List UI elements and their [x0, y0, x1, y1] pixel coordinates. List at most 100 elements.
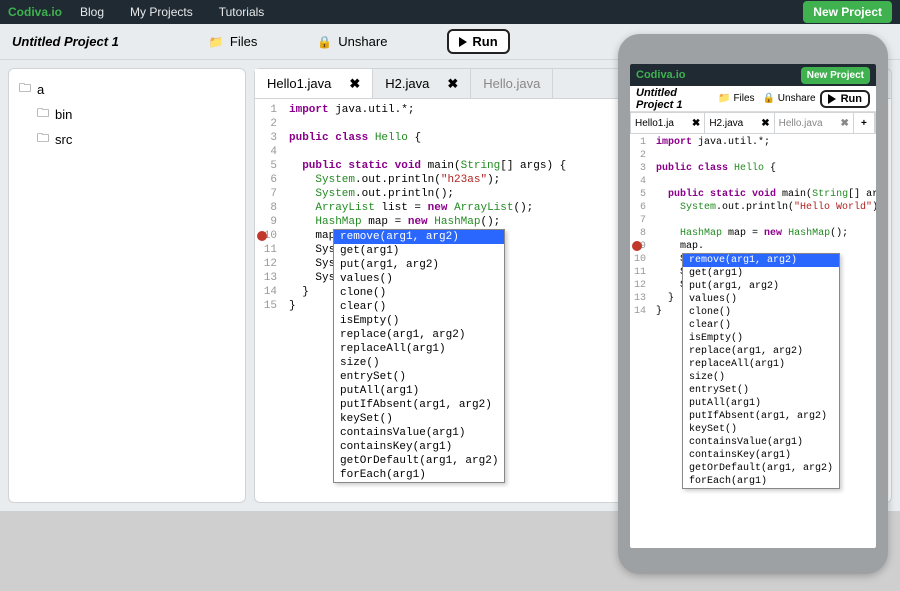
close-icon[interactable]: ✖ — [761, 118, 769, 129]
new-project-button[interactable]: New Project — [803, 1, 892, 23]
editor-tab[interactable]: Hello1.java ✖ — [255, 69, 373, 98]
lock-icon: 🔒 — [763, 93, 775, 104]
tab-label: Hello.java — [483, 76, 540, 91]
tab-label: H2.java — [385, 76, 429, 91]
close-icon[interactable]: ✖ — [692, 118, 700, 129]
autocomplete-item[interactable]: clear() — [334, 300, 504, 314]
tree-item-src[interactable]: 🗀 src — [37, 127, 235, 152]
folder-icon: 🗀 — [37, 104, 49, 125]
phone-error-marker-icon — [632, 241, 642, 251]
autocomplete-item[interactable]: containsValue(arg1) — [334, 426, 504, 440]
phone-files-button[interactable]: 📁 Files — [718, 93, 754, 104]
folder-icon: 🗀 — [37, 129, 49, 150]
editor-tab[interactable]: Hello1.ja ✖ — [631, 113, 705, 133]
line-gutter: 123456789101112131415 — [255, 103, 283, 313]
phone-top-nav: Codiva.io New Project — [630, 64, 876, 86]
tab-label: Hello.java — [779, 118, 823, 129]
file-tree: 🗀 a 🗀 bin 🗀 src — [8, 68, 246, 503]
nav-link-tutorials[interactable]: Tutorials — [219, 5, 265, 19]
autocomplete-item[interactable]: entrySet() — [683, 384, 839, 397]
editor-tab[interactable]: Hello.java ✖ — [775, 113, 854, 133]
phone-unshare-button[interactable]: 🔒 Unshare — [763, 93, 816, 104]
phone-autocomplete-popup[interactable]: remove(arg1, arg2)get(arg1)put(arg1, arg… — [682, 253, 840, 489]
editor-tab[interactable]: H2.java ✖ — [705, 113, 774, 133]
autocomplete-item[interactable]: clone() — [334, 286, 504, 300]
brand-logo[interactable]: Codiva.io — [8, 5, 62, 19]
phone-editor-tabs: Hello1.ja ✖ H2.java ✖ Hello.java ✖ + — [630, 112, 876, 134]
autocomplete-item[interactable]: replaceAll(arg1) — [683, 358, 839, 371]
autocomplete-item[interactable]: forEach(arg1) — [683, 475, 839, 488]
play-icon — [828, 94, 836, 104]
new-tab-button[interactable]: + — [854, 113, 875, 133]
autocomplete-item[interactable]: containsValue(arg1) — [683, 436, 839, 449]
autocomplete-item[interactable]: putIfAbsent(arg1, arg2) — [683, 410, 839, 423]
autocomplete-item[interactable]: forEach(arg1) — [334, 468, 504, 482]
autocomplete-item[interactable]: replace(arg1, arg2) — [334, 328, 504, 342]
play-icon — [459, 37, 467, 47]
tree-item-label: src — [55, 132, 72, 147]
autocomplete-item[interactable]: getOrDefault(arg1, arg2) — [334, 454, 504, 468]
tab-label: Hello1.ja — [635, 118, 674, 129]
phone-run-button[interactable]: Run — [820, 90, 870, 108]
error-marker-icon — [257, 231, 267, 241]
phone-new-project-button[interactable]: New Project — [801, 67, 870, 84]
autocomplete-item[interactable]: putAll(arg1) — [334, 384, 504, 398]
tree-root[interactable]: 🗀 a — [19, 77, 235, 102]
unshare-label: Unshare — [338, 34, 387, 49]
phone-brand-logo[interactable]: Codiva.io — [636, 69, 686, 81]
autocomplete-item[interactable]: values() — [683, 293, 839, 306]
autocomplete-item[interactable]: putIfAbsent(arg1, arg2) — [334, 398, 504, 412]
autocomplete-item[interactable]: put(arg1, arg2) — [683, 280, 839, 293]
autocomplete-item[interactable]: size() — [334, 356, 504, 370]
autocomplete-item[interactable]: put(arg1, arg2) — [334, 258, 504, 272]
autocomplete-item[interactable]: replace(arg1, arg2) — [683, 345, 839, 358]
autocomplete-item[interactable]: putAll(arg1) — [683, 397, 839, 410]
autocomplete-item[interactable]: getOrDefault(arg1, arg2) — [683, 462, 839, 475]
files-button[interactable]: 📁 Files — [209, 34, 257, 49]
autocomplete-item[interactable]: remove(arg1, arg2) — [334, 230, 504, 244]
tree-item-label: bin — [55, 107, 72, 122]
run-label: Run — [472, 34, 497, 49]
lock-icon: 🔒 — [317, 35, 332, 49]
tree-item-bin[interactable]: 🗀 bin — [37, 102, 235, 127]
close-icon[interactable]: ✖ — [841, 118, 849, 129]
files-label: Files — [230, 34, 257, 49]
autocomplete-item[interactable]: keySet() — [334, 412, 504, 426]
nav-link-myprojects[interactable]: My Projects — [130, 5, 193, 19]
tab-label: H2.java — [709, 118, 743, 129]
tab-label: Hello1.java — [267, 76, 331, 91]
autocomplete-popup[interactable]: remove(arg1, arg2)get(arg1)put(arg1, arg… — [333, 229, 505, 483]
autocomplete-item[interactable]: containsKey(arg1) — [334, 440, 504, 454]
autocomplete-item[interactable]: isEmpty() — [334, 314, 504, 328]
phone-mockup: Codiva.io New Project Untitled Project 1… — [618, 34, 888, 574]
close-icon[interactable]: ✖ — [349, 76, 360, 92]
project-title: Untitled Project 1 — [12, 34, 119, 49]
autocomplete-item[interactable]: values() — [334, 272, 504, 286]
phone-project-title: Untitled Project 1 — [636, 87, 710, 111]
autocomplete-item[interactable]: get(arg1) — [683, 267, 839, 280]
folder-icon: 📁 — [209, 35, 224, 49]
phone-line-gutter: 1234567891011121314 — [630, 136, 652, 318]
nav-link-blog[interactable]: Blog — [80, 5, 104, 19]
autocomplete-item[interactable]: replaceAll(arg1) — [334, 342, 504, 356]
autocomplete-item[interactable]: keySet() — [683, 423, 839, 436]
autocomplete-item[interactable]: get(arg1) — [334, 244, 504, 258]
phone-code-editor[interactable]: 1234567891011121314 import java.util.*; … — [630, 134, 876, 548]
autocomplete-item[interactable]: clone() — [683, 306, 839, 319]
folder-icon: 📁 — [718, 93, 730, 104]
phone-toolbar: Untitled Project 1 📁 Files 🔒 Unshare Run — [630, 86, 876, 112]
autocomplete-item[interactable]: clear() — [683, 319, 839, 332]
autocomplete-item[interactable]: entrySet() — [334, 370, 504, 384]
tree-root-label: a — [37, 82, 44, 97]
editor-tab[interactable]: H2.java ✖ — [373, 69, 471, 98]
editor-tab[interactable]: Hello.java — [471, 69, 553, 98]
autocomplete-item[interactable]: isEmpty() — [683, 332, 839, 345]
close-icon[interactable]: ✖ — [447, 76, 458, 92]
unshare-button[interactable]: 🔒 Unshare — [317, 34, 387, 49]
top-nav: Codiva.io Blog My Projects Tutorials New… — [0, 0, 900, 24]
autocomplete-item[interactable]: remove(arg1, arg2) — [683, 254, 839, 267]
autocomplete-item[interactable]: containsKey(arg1) — [683, 449, 839, 462]
autocomplete-item[interactable]: size() — [683, 371, 839, 384]
run-button[interactable]: Run — [447, 29, 509, 54]
folder-open-icon: 🗀 — [19, 79, 31, 100]
